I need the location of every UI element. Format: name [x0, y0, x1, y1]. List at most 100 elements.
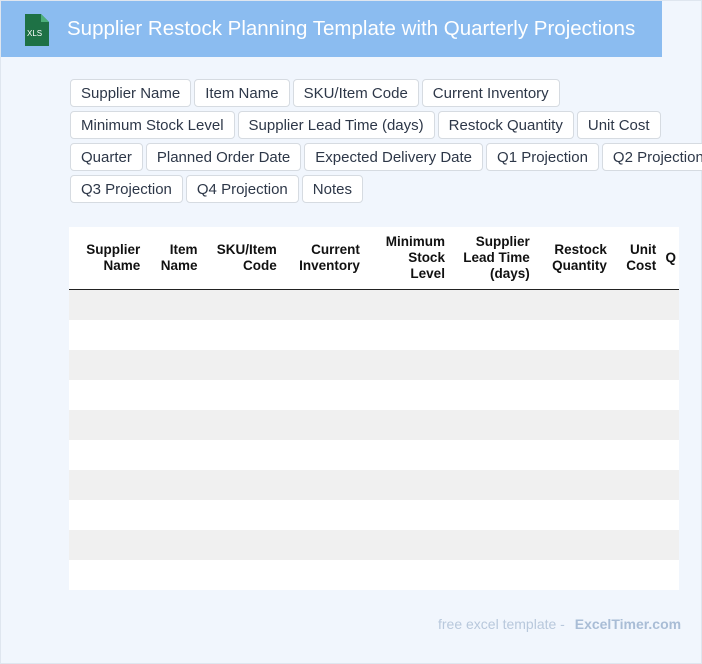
table-cell[interactable] [200, 500, 280, 530]
table-cell[interactable] [200, 380, 280, 410]
table-cell[interactable] [200, 410, 280, 440]
table-cell[interactable] [659, 470, 679, 500]
table-cell[interactable] [362, 530, 448, 560]
table-cell[interactable] [659, 440, 679, 470]
table-cell[interactable] [69, 289, 144, 320]
field-tag[interactable]: SKU/Item Code [292, 79, 419, 107]
table-cell[interactable] [532, 530, 610, 560]
table-cell[interactable] [447, 440, 533, 470]
field-tag[interactable]: Quarter [70, 143, 143, 171]
table-cell[interactable] [609, 350, 660, 380]
table-cell[interactable] [447, 500, 533, 530]
table-cell[interactable] [609, 289, 660, 320]
table-cell[interactable] [532, 410, 610, 440]
table-cell[interactable] [659, 410, 679, 440]
field-tag[interactable]: Restock Quantity [437, 111, 574, 139]
table-cell[interactable] [447, 350, 533, 380]
table-cell[interactable] [362, 289, 448, 320]
table-cell[interactable] [69, 470, 144, 500]
table-cell[interactable] [609, 440, 660, 470]
table-cell[interactable] [143, 530, 201, 560]
field-tag[interactable]: Current Inventory [421, 79, 560, 107]
table-cell[interactable] [69, 440, 144, 470]
table-cell[interactable] [532, 560, 610, 590]
table-cell[interactable] [609, 410, 660, 440]
table-cell[interactable] [609, 380, 660, 410]
table-cell[interactable] [362, 440, 448, 470]
field-tag[interactable]: Minimum Stock Level [70, 111, 235, 139]
table-cell[interactable] [532, 320, 610, 350]
table-cell[interactable] [362, 320, 448, 350]
table-cell[interactable] [659, 350, 679, 380]
table-cell[interactable] [279, 350, 363, 380]
table-cell[interactable] [279, 410, 363, 440]
table-cell[interactable] [69, 560, 144, 590]
table-cell[interactable] [143, 350, 201, 380]
table-cell[interactable] [279, 440, 363, 470]
table-cell[interactable] [69, 410, 144, 440]
table-cell[interactable] [69, 500, 144, 530]
table-cell[interactable] [200, 350, 280, 380]
field-tag[interactable]: Item Name [194, 79, 290, 107]
table-cell[interactable] [143, 560, 201, 590]
table-cell[interactable] [362, 500, 448, 530]
table-cell[interactable] [69, 350, 144, 380]
table-cell[interactable] [279, 470, 363, 500]
table-cell[interactable] [447, 530, 533, 560]
table-cell[interactable] [532, 289, 610, 320]
table-cell[interactable] [143, 289, 201, 320]
footer-brand-link[interactable]: ExcelTimer.com [575, 616, 681, 632]
table-cell[interactable] [447, 410, 533, 440]
table-cell[interactable] [609, 320, 660, 350]
table-cell[interactable] [447, 380, 533, 410]
table-cell[interactable] [362, 380, 448, 410]
table-cell[interactable] [609, 530, 660, 560]
table-cell[interactable] [143, 410, 201, 440]
table-cell[interactable] [609, 470, 660, 500]
field-tag[interactable]: Planned Order Date [145, 143, 302, 171]
table-cell[interactable] [659, 560, 679, 590]
table-cell[interactable] [143, 500, 201, 530]
table-cell[interactable] [609, 500, 660, 530]
table-cell[interactable] [659, 320, 679, 350]
table-cell[interactable] [532, 380, 610, 410]
field-tag[interactable]: Expected Delivery Date [304, 143, 484, 171]
table-cell[interactable] [447, 470, 533, 500]
table-cell[interactable] [659, 530, 679, 560]
table-cell[interactable] [447, 289, 533, 320]
table-cell[interactable] [143, 320, 201, 350]
table-cell[interactable] [279, 380, 363, 410]
table-cell[interactable] [200, 530, 280, 560]
table-cell[interactable] [659, 380, 679, 410]
field-tag[interactable]: Supplier Lead Time (days) [237, 111, 435, 139]
table-cell[interactable] [532, 350, 610, 380]
table-cell[interactable] [200, 470, 280, 500]
table-cell[interactable] [362, 410, 448, 440]
table-cell[interactable] [659, 289, 679, 320]
table-cell[interactable] [143, 440, 201, 470]
table-cell[interactable] [279, 500, 363, 530]
table-cell[interactable] [69, 530, 144, 560]
table-cell[interactable] [69, 380, 144, 410]
table-cell[interactable] [143, 380, 201, 410]
table-cell[interactable] [279, 560, 363, 590]
table-cell[interactable] [279, 530, 363, 560]
table-cell[interactable] [200, 289, 280, 320]
table-cell[interactable] [362, 560, 448, 590]
table-cell[interactable] [659, 500, 679, 530]
table-cell[interactable] [362, 470, 448, 500]
table-cell[interactable] [609, 560, 660, 590]
table-cell[interactable] [200, 320, 280, 350]
table-cell[interactable] [279, 289, 363, 320]
table-cell[interactable] [200, 440, 280, 470]
table-cell[interactable] [279, 320, 363, 350]
field-tag[interactable]: Notes [301, 175, 363, 203]
field-tag[interactable]: Q3 Projection [70, 175, 183, 203]
field-tag[interactable]: Unit Cost [576, 111, 661, 139]
field-tag[interactable]: Supplier Name [70, 79, 192, 107]
table-cell[interactable] [69, 320, 144, 350]
table-cell[interactable] [532, 500, 610, 530]
table-cell[interactable] [532, 470, 610, 500]
table-cell[interactable] [447, 320, 533, 350]
field-tag[interactable]: Q4 Projection [185, 175, 299, 203]
